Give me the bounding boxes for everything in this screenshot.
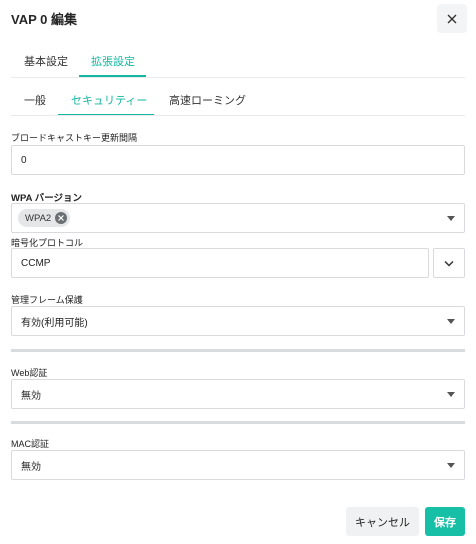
subtab-fast-roaming[interactable]: 高速ローミング: [169, 92, 246, 108]
chevron-down-icon: [444, 260, 454, 267]
subtabs-divider: [11, 115, 465, 116]
broadcast-key-input[interactable]: 0: [11, 145, 465, 175]
caret-down-icon: [447, 216, 455, 221]
tab-basic-settings[interactable]: 基本設定: [24, 53, 68, 69]
web-auth-select[interactable]: 無効: [11, 379, 465, 409]
subtab-general[interactable]: 一般: [24, 92, 46, 108]
wpa-version-select[interactable]: WPA2: [11, 203, 465, 233]
broadcast-key-label: ブロードキャストキー更新間隔: [11, 133, 138, 143]
caret-down-icon: [447, 392, 455, 397]
section-divider: [11, 349, 465, 352]
mgmt-frame-label: 管理フレーム保護: [11, 295, 83, 305]
mgmt-frame-select[interactable]: 有効(利用可能): [11, 306, 465, 336]
caret-down-icon: [447, 319, 455, 324]
encryption-protocol-input[interactable]: CCMP: [11, 248, 429, 278]
close-button[interactable]: [437, 4, 467, 33]
close-icon: [447, 14, 457, 23]
wpa-version-chip-label: WPA2: [25, 212, 52, 224]
encryption-protocol-dropdown-button[interactable]: [433, 248, 465, 278]
wpa-version-chip: WPA2: [18, 209, 71, 227]
caret-down-icon: [447, 463, 455, 468]
section-divider: [11, 421, 465, 424]
encryption-protocol-value: CCMP: [21, 257, 51, 269]
broadcast-key-value: 0: [21, 154, 27, 166]
mgmt-frame-value: 有効(利用可能): [21, 317, 88, 329]
close-icon: [58, 215, 65, 221]
wpa-version-label: WPA バージョン: [11, 193, 83, 204]
save-button[interactable]: 保存: [425, 507, 465, 536]
mac-auth-select[interactable]: 無効: [11, 450, 465, 480]
chip-remove-button[interactable]: [55, 212, 68, 224]
mac-auth-value: 無効: [21, 461, 41, 473]
web-auth-label: Web認証: [11, 368, 48, 378]
mac-auth-label: MAC認証: [11, 439, 49, 449]
tabs-divider: [11, 77, 465, 78]
web-auth-value: 無効: [21, 390, 41, 402]
cancel-button[interactable]: キャンセル: [346, 507, 419, 536]
tab-advanced-settings[interactable]: 拡張設定: [91, 53, 135, 69]
dialog-title: VAP 0 編集: [11, 12, 77, 27]
subtab-security[interactable]: セキュリティー: [71, 92, 147, 108]
